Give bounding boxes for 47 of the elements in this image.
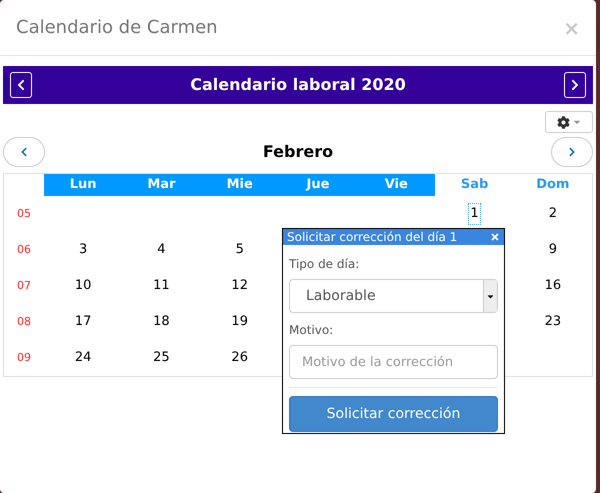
day-number[interactable]: 17 (74, 312, 92, 332)
month-title: Febrero (262, 141, 334, 163)
day-number[interactable]: 11 (153, 276, 170, 296)
chevron-left-icon (19, 147, 29, 157)
day-type-select[interactable]: Laborable (289, 279, 498, 313)
week-number: 07 (17, 278, 31, 294)
week-number: 06 (17, 242, 31, 258)
day-number[interactable]: 24 (74, 348, 92, 368)
week-number: 09 (17, 350, 31, 366)
settings-button[interactable] (545, 111, 593, 133)
chevron-right-icon (567, 147, 577, 157)
previous-year-button[interactable] (10, 72, 32, 98)
weekday-header: Mar (122, 174, 201, 196)
weekday-header: Sab (460, 176, 490, 194)
day-number[interactable]: 18 (153, 312, 170, 332)
day-number[interactable]: 9 (548, 240, 557, 260)
reason-field[interactable]: Motivo de la corrección (289, 345, 498, 379)
weekday-header: Lun (44, 174, 122, 196)
settings-icon (556, 116, 570, 128)
field-label: Tipo de día: (289, 256, 360, 273)
day-number[interactable]: 16 (544, 276, 562, 296)
dialog-title: Calendario de Carmen (16, 16, 218, 40)
day-number[interactable]: 5 (236, 240, 244, 260)
day-number[interactable]: 23 (544, 312, 562, 332)
day-number[interactable]: 12 (231, 276, 248, 296)
week-number: 08 (17, 314, 31, 330)
popover-title: Solicitar corrección del día 1 (287, 231, 458, 243)
day-number[interactable]: 1 (469, 204, 480, 224)
chevron-left-icon (15, 79, 27, 91)
close-icon (490, 232, 500, 242)
weekday-header: Dom (535, 176, 570, 194)
day-number[interactable]: 10 (74, 276, 92, 296)
submit-button[interactable]: Solicitar corrección (289, 396, 498, 432)
day-number[interactable]: 19 (231, 312, 248, 332)
weekday-header: Mie (200, 174, 279, 196)
day-number[interactable]: 4 (157, 240, 166, 260)
weekday-header: Vie (357, 174, 436, 196)
close-button[interactable] (490, 232, 500, 242)
day-number[interactable]: 3 (79, 240, 88, 260)
day-number[interactable]: 26 (231, 348, 248, 368)
field-label: Motivo: (289, 322, 334, 339)
day-number[interactable]: 2 (548, 204, 557, 224)
weekday-header: Jue (278, 174, 358, 196)
week-number: 05 (17, 206, 31, 222)
day-number[interactable]: 25 (153, 348, 170, 368)
year-title: Calendario laboral 2020 (190, 74, 406, 96)
next-year-button[interactable] (564, 72, 586, 98)
